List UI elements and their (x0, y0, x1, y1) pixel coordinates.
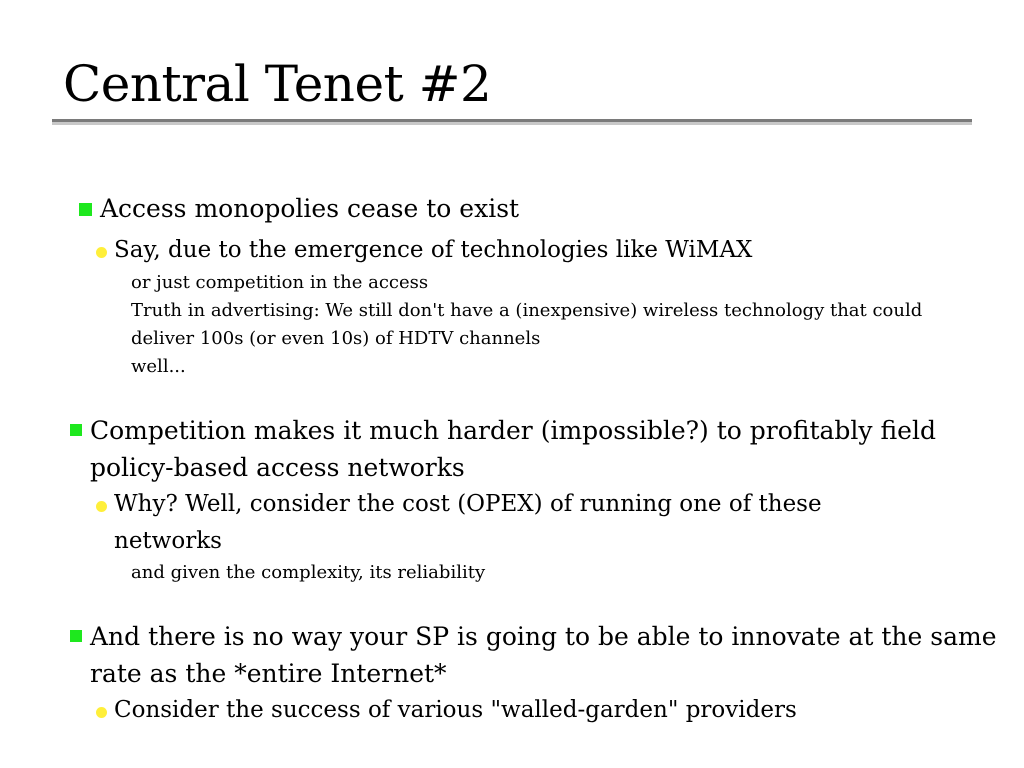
bullet-point-3-line-2: rate as the *entire Internet* (90, 659, 447, 688)
detail-line: deliver 100s (or even 10s) of HDTV chann… (131, 328, 541, 349)
sub-point-3-text: Consider the success of various "walled-… (114, 697, 797, 723)
square-bullet-icon (79, 203, 92, 216)
sub-point-1-text: Say, due to the emergence of technologie… (114, 237, 753, 263)
detail-line: well... (131, 356, 186, 377)
square-bullet-icon (70, 630, 82, 642)
slide-title: Central Tenet #2 (63, 55, 492, 113)
detail-line: and given the complexity, its reliabilit… (131, 562, 486, 583)
sub-point-2-line-1: Why? Well, consider the cost (OPEX) of r… (114, 491, 822, 517)
circle-bullet-icon (96, 247, 107, 258)
title-divider (52, 119, 972, 126)
square-bullet-icon (70, 424, 82, 436)
circle-bullet-icon (96, 501, 107, 512)
bullet-point-1-text: Access monopolies cease to exist (100, 194, 520, 223)
sub-point-2-line-2: networks (114, 528, 222, 554)
bullet-point-3-line-1: And there is no way your SP is going to … (90, 622, 997, 651)
bullet-point-2-line-2: policy-based access networks (90, 453, 465, 482)
detail-line: Truth in advertising: We still don't hav… (131, 300, 923, 321)
bullet-point-2-line-1: Competition makes it much harder (imposs… (90, 416, 936, 445)
detail-line: or just competition in the access (131, 272, 429, 293)
circle-bullet-icon (96, 707, 107, 718)
